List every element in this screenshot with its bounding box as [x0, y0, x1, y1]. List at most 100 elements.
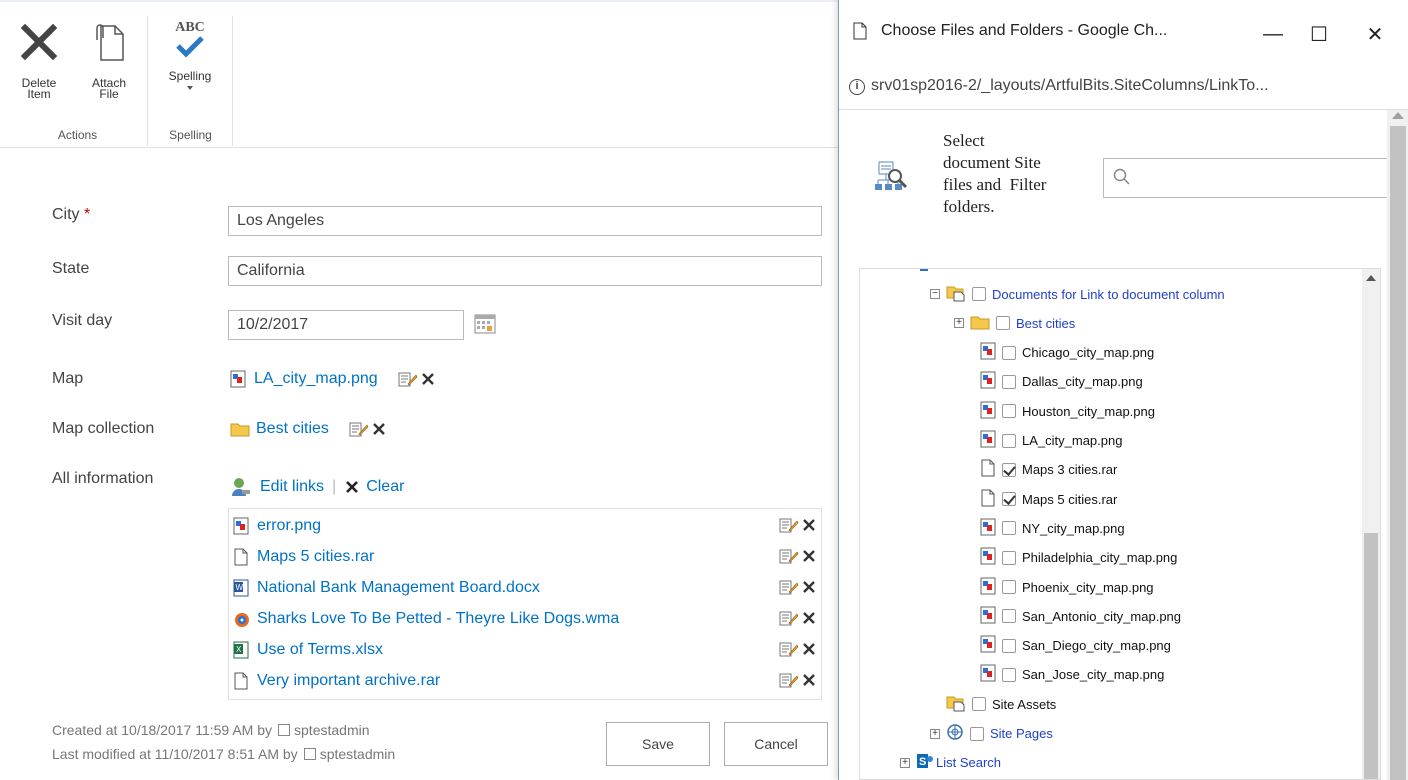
address-bar[interactable]: i srv01sp2016-2/_layouts/ArtfulBits.Site… — [839, 66, 1408, 110]
tree-item[interactable]: Maps 3 cities.rar — [980, 459, 1117, 481]
created-user[interactable]: sptestadmin — [294, 722, 369, 738]
city-input[interactable]: Los Angeles — [228, 206, 822, 236]
edit-links-icon — [232, 478, 250, 496]
attach-file-button[interactable]: Attach File — [86, 16, 132, 116]
tree-item[interactable]: + S List Search — [900, 752, 1001, 774]
collapse-icon[interactable]: − — [930, 289, 940, 299]
choose-files-dialog: Choose Files and Folders - Google Ch... … — [838, 0, 1408, 780]
edit-icon[interactable] — [779, 609, 799, 632]
link-item[interactable]: error.png — [257, 517, 321, 535]
edit-icon[interactable] — [779, 547, 799, 570]
excel-file-icon: X — [233, 641, 249, 659]
tree-checkbox[interactable] — [1002, 492, 1016, 507]
png-file-icon — [230, 370, 246, 388]
link-item[interactable]: Use of Terms.xlsx — [257, 641, 383, 659]
edit-icon[interactable] — [779, 671, 799, 694]
expand-icon[interactable]: + — [954, 318, 964, 329]
link-item[interactable]: Sharks Love To Be Petted - Theyre Like D… — [257, 610, 619, 628]
clear-button[interactable]: Clear — [366, 478, 404, 496]
tree-item[interactable]: San_Diego_city_map.png — [980, 635, 1171, 657]
tree-item[interactable]: + Best cities — [954, 312, 1075, 334]
tree-item[interactable]: + Site Pages — [930, 723, 1053, 745]
scroll-up-icon[interactable] — [1392, 112, 1404, 119]
remove-icon[interactable] — [801, 579, 817, 600]
tree-item[interactable]: San_Jose_city_map.png — [980, 664, 1164, 686]
file-tree: − Documents for Link to document column + B… — [859, 268, 1381, 780]
tree-checkbox[interactable] — [972, 287, 986, 301]
link-item[interactable]: National Bank Management Board.docx — [257, 579, 540, 597]
tree-item-label: San_Antonio_city_map.png — [1022, 608, 1182, 624]
tree-item[interactable]: Dallas_city_map.png — [980, 371, 1143, 393]
remove-icon[interactable] — [801, 517, 817, 538]
info-icon[interactable]: i — [849, 79, 865, 95]
remove-icon[interactable] — [801, 641, 817, 662]
expand-icon[interactable]: + — [930, 728, 940, 739]
dialog-scrollbar[interactable] — [1387, 110, 1408, 780]
tree-checkbox[interactable] — [1002, 404, 1016, 419]
link-item[interactable]: Maps 5 cities.rar — [257, 548, 374, 566]
tree-item[interactable]: LA_city_map.png — [980, 430, 1122, 452]
edit-icon[interactable] — [779, 578, 799, 601]
tree-checkbox[interactable] — [970, 726, 984, 741]
tree-checkbox[interactable] — [1002, 521, 1016, 536]
close-button[interactable]: ✕ — [1355, 14, 1395, 54]
map-collection-link[interactable]: Best cities — [256, 420, 329, 438]
url-text: srv01sp2016-2/_layouts/ArtfulBits.SiteCo… — [871, 77, 1269, 94]
maximize-button[interactable]: ☐ — [1299, 14, 1339, 54]
tree-item-label: LA_city_map.png — [1022, 433, 1123, 448]
tree-item[interactable]: Philadelphia_city_map.png — [980, 547, 1177, 569]
spelling-button[interactable]: ABC Spelling — [167, 16, 213, 116]
tree-checkbox[interactable] — [1002, 433, 1016, 448]
tree-checkbox[interactable] — [1002, 374, 1016, 389]
tree-item[interactable]: San_Antonio_city_map.png — [980, 605, 1181, 627]
dialog-scroll-thumb[interactable] — [1390, 126, 1406, 780]
tree-checkbox[interactable] — [996, 316, 1010, 331]
remove-icon[interactable] — [801, 610, 817, 631]
edit-icon[interactable] — [779, 640, 799, 663]
remove-icon[interactable] — [420, 371, 436, 387]
tree-item[interactable]: Phoenix_city_map.png — [980, 576, 1154, 598]
tree-checkbox[interactable] — [1002, 580, 1016, 594]
edit-links-button[interactable]: Edit links — [260, 478, 324, 496]
link-row: X Use of Terms.xlsx — [233, 635, 817, 665]
tree-item[interactable]: Maps 5 cities.rar — [980, 488, 1117, 510]
tree-checkbox[interactable] — [1002, 550, 1016, 565]
ribbon-group-actions: Delete Item Attach File Actions — [8, 16, 148, 146]
tree-item[interactable]: Chicago_city_map.png — [980, 342, 1154, 364]
tree-checkbox[interactable] — [1002, 345, 1016, 360]
state-input[interactable]: California — [228, 256, 822, 286]
map-file-link[interactable]: LA_city_map.png — [254, 370, 378, 388]
cancel-button[interactable]: Cancel — [724, 722, 828, 766]
save-button[interactable]: Save — [606, 722, 710, 766]
modified-user[interactable]: sptestadmin — [320, 746, 395, 762]
tree-checkbox[interactable] — [1002, 638, 1016, 653]
filter-search-input[interactable] — [1103, 158, 1403, 198]
tree-item[interactable]: − Documents for Link to document column — [930, 283, 1225, 305]
tree-item[interactable]: NY_city_map.png — [980, 517, 1125, 539]
scroll-up-icon[interactable] — [1366, 275, 1376, 281]
png-file-icon — [980, 606, 996, 627]
visit-day-input[interactable]: 10/2/2017 — [228, 310, 464, 340]
edit-icon[interactable] — [349, 420, 369, 438]
tree-item[interactable]: Houston_city_map.png — [980, 400, 1155, 422]
tree-scrollbar[interactable] — [1362, 269, 1380, 779]
remove-icon[interactable] — [801, 548, 817, 569]
edit-icon[interactable] — [779, 516, 799, 539]
tree-checkbox[interactable] — [1002, 667, 1016, 682]
tree-scroll-thumb[interactable] — [1364, 533, 1378, 779]
png-file-icon — [980, 518, 996, 539]
expand-icon[interactable]: + — [900, 757, 910, 768]
tree-checkbox[interactable] — [1002, 462, 1016, 477]
minimize-button[interactable]: — — [1253, 14, 1293, 54]
edit-icon[interactable] — [398, 370, 418, 388]
city-label-text: City — [52, 206, 80, 223]
tree-checkbox[interactable] — [1002, 609, 1016, 624]
delete-item-button[interactable]: Delete Item — [16, 16, 62, 116]
calendar-icon[interactable] — [474, 314, 496, 334]
remove-icon[interactable] — [371, 421, 387, 437]
modified-info: Last modified at 11/10/2017 8:51 AM by sp… — [52, 746, 395, 762]
tree-item[interactable]: Site Assets — [946, 693, 1056, 715]
remove-icon[interactable] — [801, 672, 817, 693]
tree-checkbox[interactable] — [972, 697, 986, 712]
link-item[interactable]: Very important archive.rar — [257, 672, 440, 690]
